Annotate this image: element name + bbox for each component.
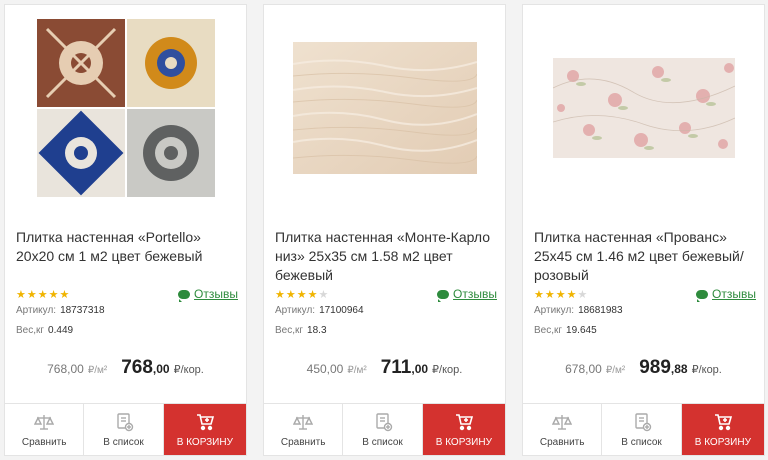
product-card: Плитка настенная «Монте-Карло низ» 25x35… bbox=[263, 4, 506, 456]
article-value: 17100964 bbox=[319, 305, 364, 316]
weight-label: Вес,кг bbox=[275, 325, 304, 336]
scales-icon bbox=[34, 414, 55, 430]
chat-bubble-icon bbox=[696, 289, 709, 302]
product-card: Плитка настенная «Прованс» 25x45 см 1.46… bbox=[522, 4, 765, 456]
card-actions: Сравнить В список В КОРЗИНУ bbox=[264, 403, 505, 455]
reviews-label: Отзывы bbox=[453, 287, 497, 301]
list-plus-icon bbox=[634, 412, 651, 431]
list-plus-icon bbox=[375, 412, 392, 431]
price-dec: ,00 bbox=[152, 362, 170, 376]
price-int: 711 bbox=[380, 357, 412, 378]
compare-button[interactable]: Сравнить bbox=[5, 404, 85, 455]
rating-stars: ★★★★★ bbox=[275, 289, 330, 301]
list-plus-icon bbox=[116, 412, 133, 431]
weight-row: Вес,кг 18.3 bbox=[275, 325, 327, 336]
chat-bubble-icon bbox=[437, 289, 450, 302]
weight-value: 0.449 bbox=[48, 325, 74, 336]
product-image[interactable] bbox=[264, 5, 505, 210]
weight-value: 19.645 bbox=[566, 325, 597, 336]
tile-monte-carlo-image bbox=[292, 41, 477, 174]
card-actions: Сравнить В список В КОРЗИНУ bbox=[523, 403, 764, 455]
price-per-box: 768,00 bbox=[121, 357, 169, 379]
cart-label: В КОРЗИНУ bbox=[176, 436, 233, 448]
price-dec: ,88 bbox=[670, 362, 688, 376]
price-per-box-unit: ₽/кор. bbox=[432, 364, 463, 376]
price-per-box: 711,00 bbox=[381, 357, 428, 379]
price-per-m2: 768,00 bbox=[47, 362, 84, 376]
reviews-link[interactable]: Отзывы bbox=[178, 287, 238, 302]
weight-label: Вес,кг bbox=[16, 325, 45, 336]
article-label: Артикул: bbox=[16, 305, 57, 316]
add-to-list-button[interactable]: В список bbox=[602, 404, 682, 455]
add-to-cart-button[interactable]: В КОРЗИНУ bbox=[163, 404, 246, 455]
price-per-box: 989,88 bbox=[639, 357, 687, 379]
price-dec: ,00 bbox=[411, 362, 429, 376]
price-row: 768,00 ₽/м² 768,00 ₽/кор. bbox=[5, 357, 246, 379]
cart-icon bbox=[455, 413, 473, 430]
price-per-m2: 678,00 bbox=[565, 362, 602, 376]
article-value: 18737318 bbox=[60, 305, 105, 316]
article-label: Артикул: bbox=[534, 305, 575, 316]
product-image[interactable] bbox=[5, 5, 246, 210]
compare-label: Сравнить bbox=[21, 436, 67, 448]
article-label: Артикул: bbox=[275, 305, 316, 316]
reviews-label: Отзывы bbox=[194, 287, 238, 301]
weight-value: 18.3 bbox=[307, 325, 327, 336]
rating-stars: ★★★★★ bbox=[534, 289, 589, 301]
scales-icon bbox=[552, 414, 573, 430]
rating-stars: ★★★★★ bbox=[16, 289, 71, 301]
card-actions: Сравнить В список В КОРЗИНУ bbox=[5, 403, 246, 455]
price-row: 678,00 ₽/м² 989,88 ₽/кор. bbox=[523, 357, 764, 379]
compare-label: Сравнить bbox=[539, 436, 585, 448]
list-label: В список bbox=[621, 436, 662, 448]
reviews-label: Отзывы bbox=[712, 287, 756, 301]
price-per-m2-unit: ₽/м² bbox=[605, 365, 626, 376]
tile-provence-image bbox=[552, 57, 735, 158]
weight-row: Вес,кг 0.449 bbox=[16, 325, 73, 336]
price-per-box-unit: ₽/кор. bbox=[691, 364, 722, 376]
chat-bubble-icon bbox=[178, 289, 191, 302]
price-int: 989 bbox=[639, 357, 671, 378]
compare-button[interactable]: Сравнить bbox=[264, 404, 344, 455]
price-per-m2-unit: ₽/м² bbox=[347, 365, 367, 376]
weight-label: Вес,кг bbox=[534, 325, 563, 336]
product-title[interactable]: Плитка настенная «Прованс» 25x45 см 1.46… bbox=[534, 228, 754, 285]
cart-label: В КОРЗИНУ bbox=[435, 436, 492, 448]
product-title[interactable]: Плитка настенная «Монте-Карло низ» 25x35… bbox=[275, 228, 495, 285]
article-value: 18681983 bbox=[578, 305, 623, 316]
list-label: В список bbox=[362, 436, 403, 448]
article-row: Артикул: 17100964 bbox=[275, 305, 364, 316]
product-image[interactable] bbox=[523, 5, 764, 210]
add-to-cart-button[interactable]: В КОРЗИНУ bbox=[422, 404, 505, 455]
reviews-link[interactable]: Отзывы bbox=[437, 287, 497, 302]
reviews-link[interactable]: Отзывы bbox=[696, 287, 756, 302]
tile-portello-image bbox=[36, 18, 215, 197]
compare-button[interactable]: Сравнить bbox=[523, 404, 603, 455]
cart-icon bbox=[196, 413, 214, 430]
list-label: В список bbox=[103, 436, 144, 448]
price-per-m2-unit: ₽/м² bbox=[87, 365, 108, 376]
price-row: 450,00 ₽/м² 711,00 ₽/кор. bbox=[264, 357, 505, 379]
price-per-m2: 450,00 bbox=[306, 362, 344, 376]
compare-label: Сравнить bbox=[280, 436, 326, 448]
product-title[interactable]: Плитка настенная «Portello» 20x20 см 1 м… bbox=[16, 228, 236, 266]
add-to-cart-button[interactable]: В КОРЗИНУ bbox=[681, 404, 764, 455]
cart-label: В КОРЗИНУ bbox=[694, 436, 751, 448]
price-per-box-unit: ₽/кор. bbox=[173, 364, 204, 376]
article-row: Артикул: 18681983 bbox=[534, 305, 623, 316]
price-int: 768 bbox=[121, 357, 153, 378]
product-card: Плитка настенная «Portello» 20x20 см 1 м… bbox=[4, 4, 247, 456]
weight-row: Вес,кг 19.645 bbox=[534, 325, 597, 336]
cart-icon bbox=[714, 413, 732, 430]
article-row: Артикул: 18737318 bbox=[16, 305, 105, 316]
scales-icon bbox=[293, 414, 314, 430]
add-to-list-button[interactable]: В список bbox=[343, 404, 423, 455]
add-to-list-button[interactable]: В список bbox=[84, 404, 164, 455]
